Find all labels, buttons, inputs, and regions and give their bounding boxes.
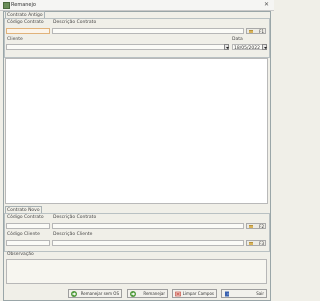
- new-code-label: Código Contrato: [7, 215, 44, 220]
- new-description-label: Descrição Contrato: [53, 215, 97, 220]
- new-search-button-label: F2: [259, 224, 264, 229]
- contract-items-list[interactable]: [5, 58, 268, 204]
- chevron-down-icon: [225, 46, 229, 49]
- observation-textarea[interactable]: [6, 259, 267, 284]
- old-client-dropdown[interactable]: [224, 44, 229, 50]
- limpar-campos-button[interactable]: Limpar Campos: [172, 289, 217, 298]
- new-client-search-button[interactable]: F3: [246, 240, 266, 246]
- old-description-input[interactable]: [52, 28, 244, 34]
- remanejar-label: Remanejar: [143, 291, 165, 296]
- title-bar: [0, 0, 274, 11]
- sair-label: Sair: [256, 291, 264, 296]
- old-date-value: 18/05/2022: [234, 46, 260, 51]
- old-client-label: Cliente: [7, 37, 23, 42]
- close-icon[interactable]: ✕: [262, 1, 271, 8]
- new-client-description-input[interactable]: [52, 240, 244, 246]
- new-code-input[interactable]: [6, 223, 50, 229]
- remanejar-sem-os-button[interactable]: Remanejar sem OS: [68, 289, 122, 298]
- arrow-right-icon: [71, 291, 77, 297]
- new-client-search-button-label: F3: [259, 241, 264, 246]
- old-description-label: Descrição Contrato: [53, 20, 97, 25]
- old-search-button-label: F1: [259, 29, 264, 34]
- new-description-input[interactable]: [52, 223, 244, 229]
- remanejar-button[interactable]: Remanejar: [127, 289, 168, 298]
- arrow-right-icon: [130, 291, 136, 297]
- exit-door-icon: [225, 291, 229, 297]
- new-client-description-label: Descrição Cliente: [53, 232, 93, 237]
- old-date-label: Data: [232, 37, 243, 42]
- limpar-campos-label: Limpar Campos: [182, 291, 214, 296]
- search-icon: [249, 242, 253, 245]
- observation-label: Observação: [7, 252, 34, 257]
- old-code-input[interactable]: [6, 28, 50, 34]
- new-client-code-label: Código Cliente: [7, 232, 40, 237]
- old-date-dropdown[interactable]: [262, 44, 267, 50]
- old-code-label: Código Contrato: [7, 20, 44, 25]
- old-search-button[interactable]: F1: [246, 28, 266, 34]
- sair-button[interactable]: Sair: [221, 289, 267, 298]
- chevron-down-icon: [263, 46, 267, 49]
- new-search-button[interactable]: F2: [246, 223, 266, 229]
- search-icon: [249, 30, 253, 33]
- window-title: Remanejo: [11, 2, 36, 8]
- new-client-code-input[interactable]: [6, 240, 50, 246]
- eraser-icon: [175, 291, 181, 297]
- app-icon: [3, 2, 10, 9]
- search-icon: [249, 225, 253, 228]
- remanejar-sem-os-label: Remanejar sem OS: [80, 291, 119, 296]
- old-client-combo[interactable]: [6, 44, 229, 50]
